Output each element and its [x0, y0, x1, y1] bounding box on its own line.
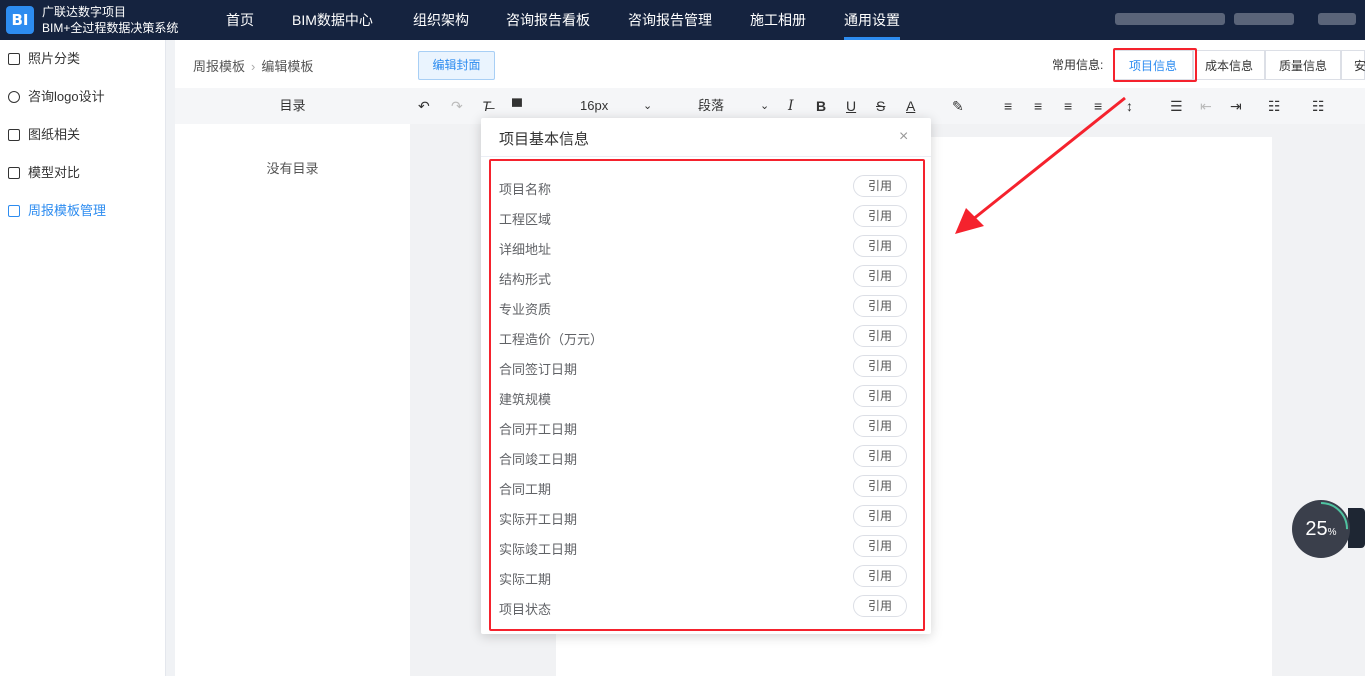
- popup-title: 项目基本信息: [499, 131, 590, 148]
- popup-divider: [481, 156, 931, 157]
- progress-ring: [1294, 502, 1348, 556]
- close-icon[interactable]: ×: [899, 128, 908, 146]
- progress-indicator[interactable]: 25%: [1292, 500, 1350, 558]
- highlight-box-field-list: [489, 159, 925, 631]
- progress-side-panel: [1348, 508, 1365, 548]
